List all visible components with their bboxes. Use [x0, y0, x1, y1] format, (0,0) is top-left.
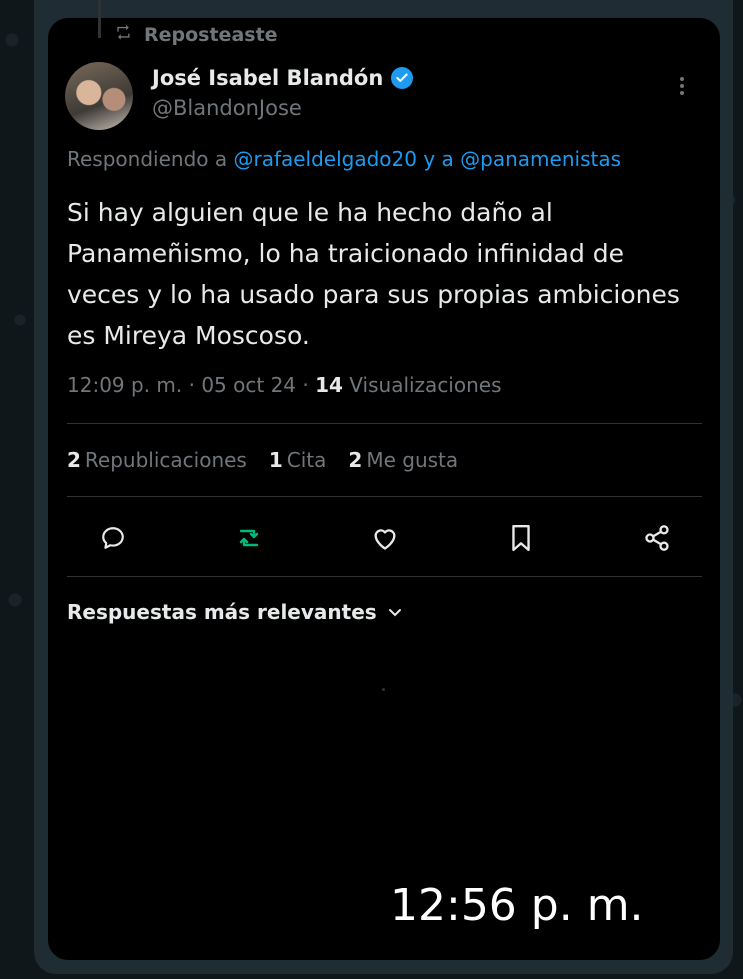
- replies-sort-label: Respuestas más relevantes: [67, 600, 377, 624]
- meta-separator: ·: [296, 373, 316, 397]
- likes-label: Me gusta: [366, 448, 459, 472]
- reposts-label: Republicaciones: [84, 448, 247, 472]
- likes-stat[interactable]: 2 Me gusta: [348, 448, 458, 472]
- replying-to: Respondiendo a @rafaeldelgado20 y a @pan…: [67, 147, 722, 171]
- tweet-text: Si hay alguien que le ha hecho daño al P…: [67, 198, 680, 350]
- thread-line: [98, 0, 101, 38]
- quotes-stat[interactable]: 1 Cita: [269, 448, 327, 472]
- quotes-label: Cita: [286, 448, 327, 472]
- reposts-stat[interactable]: 2 Republicaciones: [67, 448, 247, 472]
- tweet-date[interactable]: 05 oct 24: [201, 373, 296, 397]
- action-bar: [95, 520, 675, 556]
- tweet-meta: 12:09 p. m. · 05 oct 24 · 14 Visualizaci…: [67, 373, 502, 397]
- repost-icon[interactable]: [231, 520, 267, 556]
- more-options-icon[interactable]: [680, 74, 684, 98]
- mention-link[interactable]: @panamenistas: [460, 147, 621, 171]
- like-icon[interactable]: [367, 520, 403, 556]
- repost-indicator: Reposteaste: [116, 22, 278, 48]
- author-name[interactable]: José Isabel Blandón: [152, 66, 383, 90]
- meta-separator: ·: [182, 373, 202, 397]
- divider: [67, 496, 702, 497]
- tweet-time[interactable]: 12:09 p. m.: [67, 373, 182, 397]
- author-handle[interactable]: @BlandonJose: [152, 96, 302, 120]
- chevron-down-icon: [387, 600, 403, 624]
- author-name-row[interactable]: José Isabel Blandón: [152, 64, 414, 92]
- views-label: Visualizaciones: [342, 373, 502, 397]
- divider: [67, 576, 702, 577]
- likes-count: 2: [348, 448, 363, 472]
- share-icon[interactable]: [639, 520, 675, 556]
- message-timestamp: 12:56 p. m.: [390, 880, 644, 931]
- replying-prefix: Respondiendo a: [67, 147, 234, 171]
- divider: [67, 423, 702, 424]
- mention-link[interactable]: @rafaeldelgado20: [233, 147, 417, 171]
- reply-icon[interactable]: [95, 520, 131, 556]
- reposts-count: 2: [67, 448, 81, 472]
- engagement-stats: 2 Republicaciones 1 Cita 2 Me gusta: [67, 448, 458, 472]
- avatar[interactable]: [65, 62, 133, 130]
- loading-dot: [382, 688, 385, 691]
- repost-small-icon: [116, 24, 134, 46]
- verified-badge-icon: [391, 67, 414, 89]
- quotes-count: 1: [268, 448, 283, 472]
- bookmark-icon[interactable]: [503, 520, 539, 556]
- views-count: 14: [315, 373, 343, 397]
- replying-connector: y a: [417, 147, 461, 171]
- replies-sort-dropdown[interactable]: Respuestas más relevantes: [67, 600, 403, 624]
- repost-label: Reposteaste: [144, 24, 278, 46]
